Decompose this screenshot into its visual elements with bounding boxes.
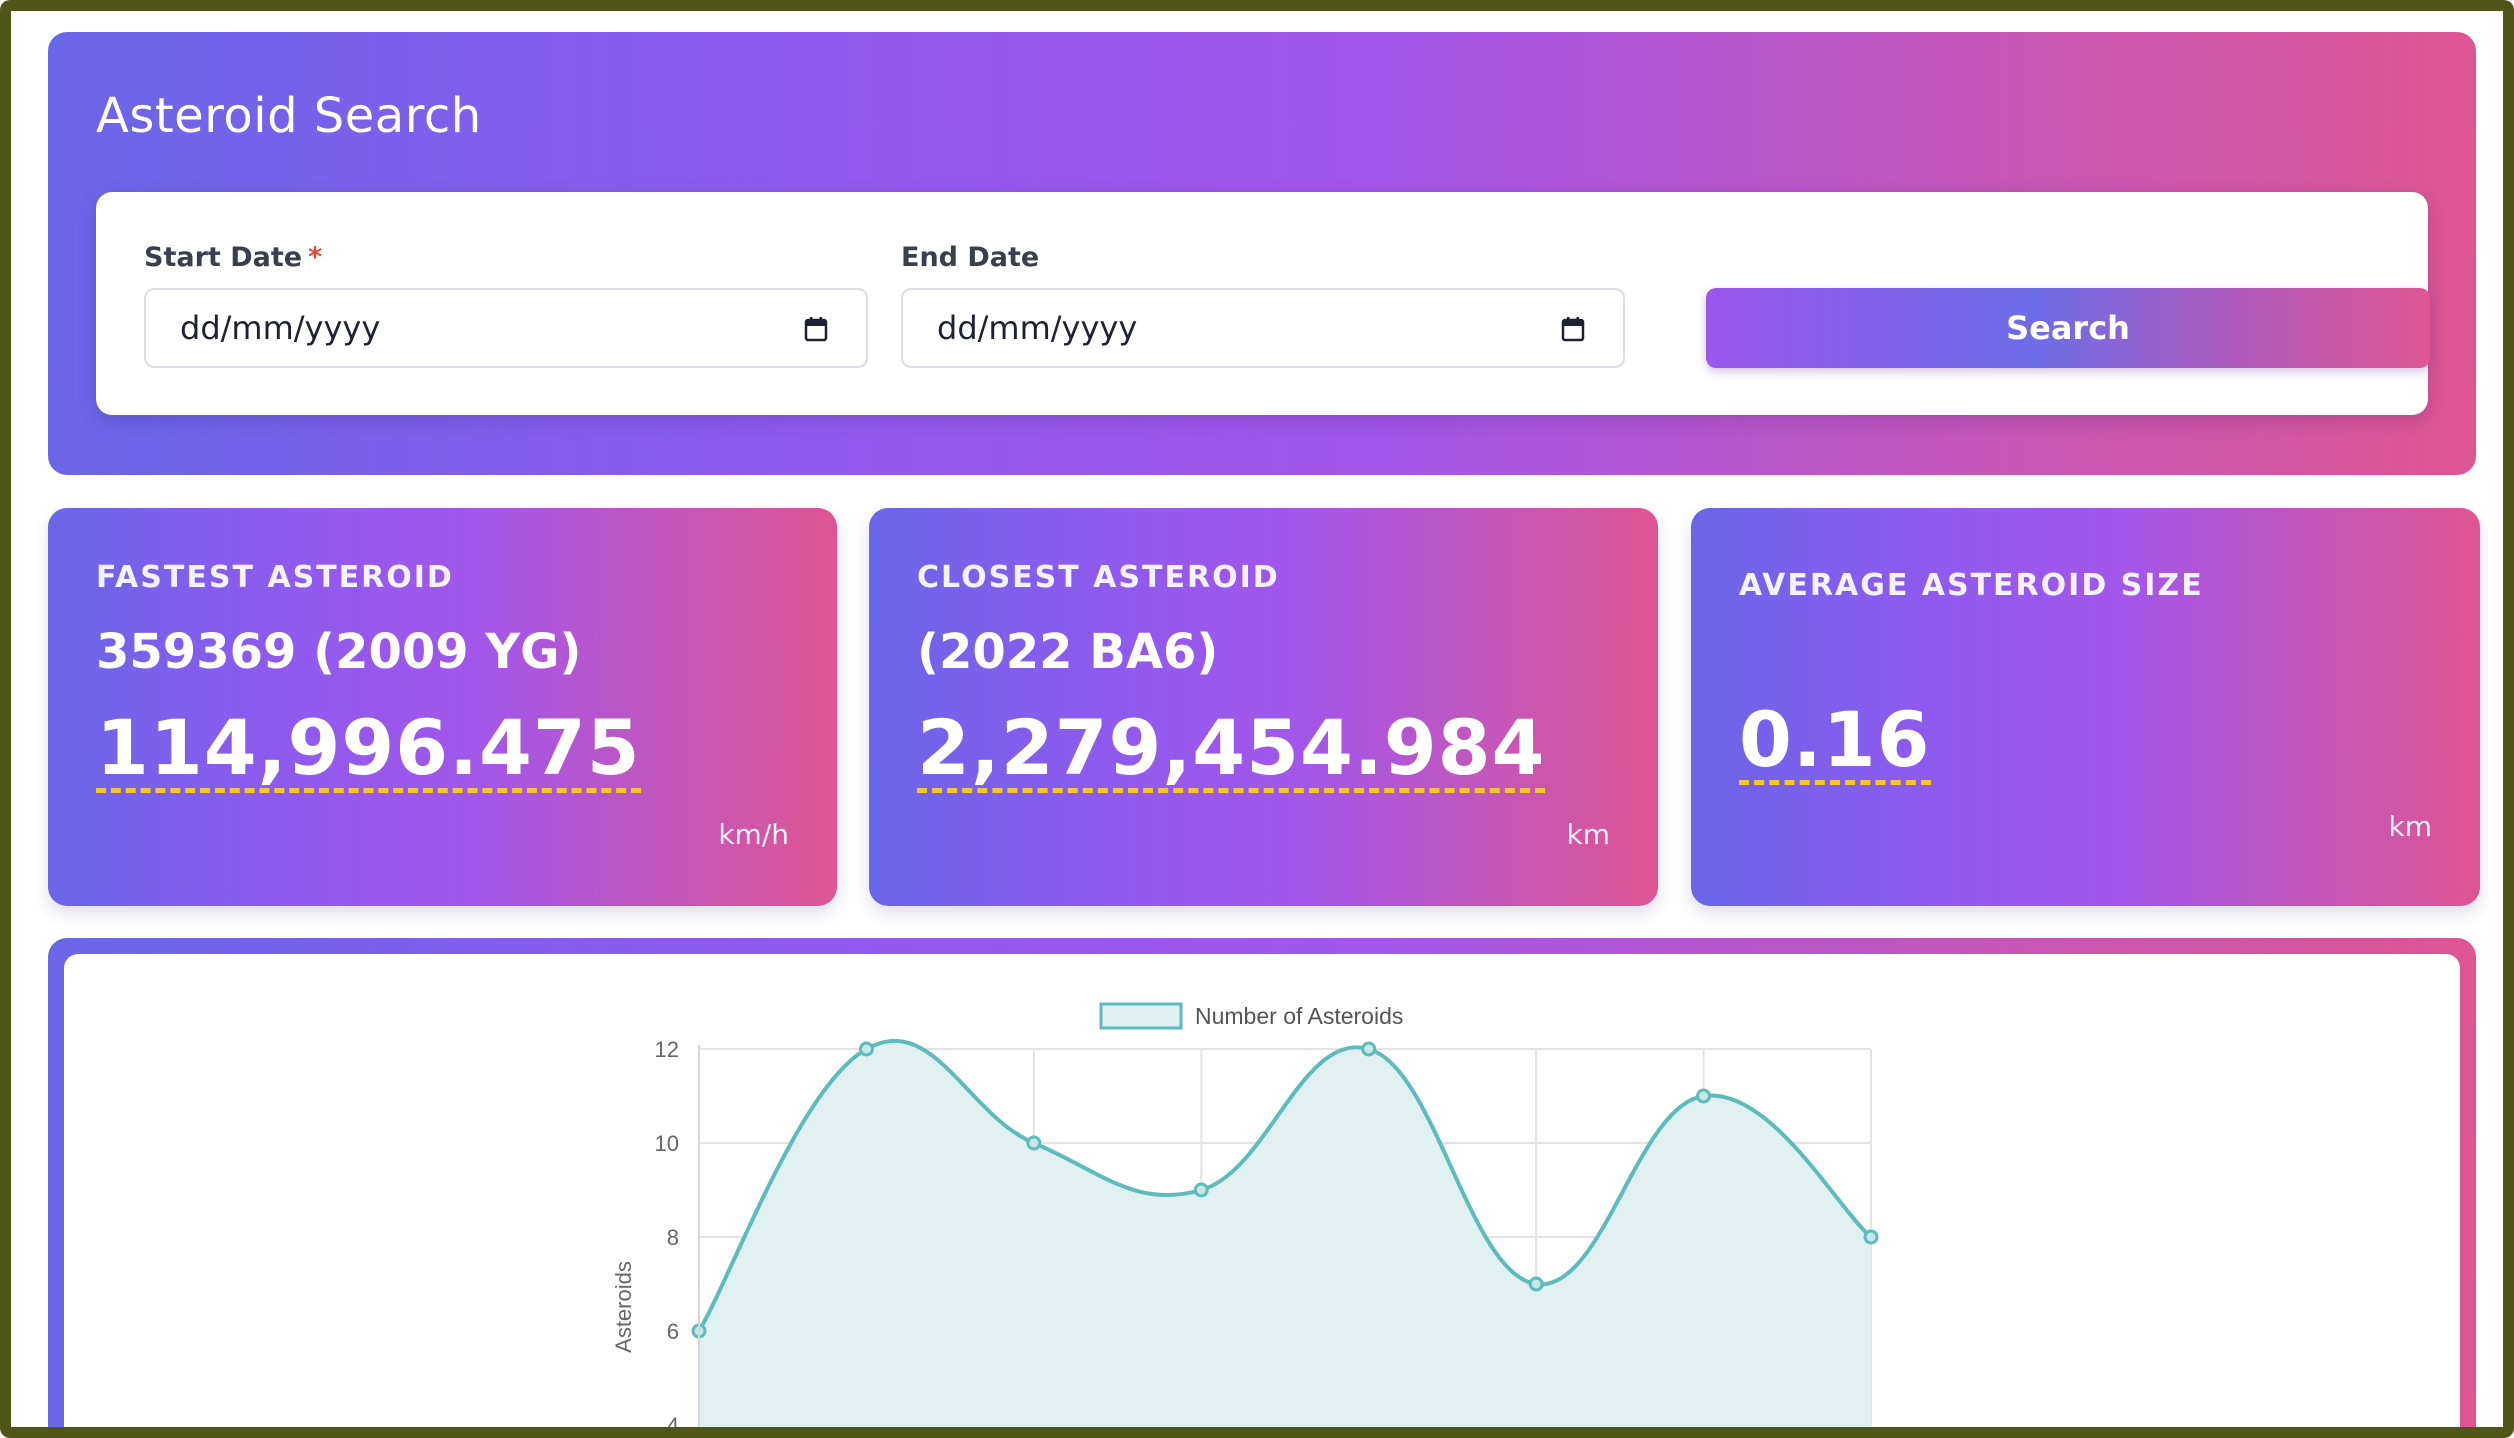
fastest-name: 359369 (2009 YG) [96,624,582,680]
data-point [1528,1276,1544,1292]
start-date-label-text: Start Date [144,242,303,273]
fastest-asteroid-card: FASTEST ASTEROID 359369 (2009 YG) 114,99… [48,508,837,906]
required-mark: * [308,242,323,273]
start-date-label: Start Date * [144,242,322,273]
y-tick-label: 8 [667,1225,679,1250]
average-unit: km [2388,810,2433,843]
data-point [1863,1229,1879,1245]
start-date-value: dd/mm/yyyy [180,309,381,347]
closest-unit: km [1566,818,1611,851]
y-tick-label: 12 [655,1037,679,1062]
search-panel: Asteroid Search Start Date * dd/mm/yyyy E… [48,32,2476,475]
search-button[interactable]: Search [1706,288,2430,368]
y-tick-label: 6 [667,1319,679,1344]
data-point [1361,1041,1377,1057]
end-date-input[interactable]: dd/mm/yyyy [901,288,1625,368]
start-date-input[interactable]: dd/mm/yyyy [144,288,868,368]
chart-container: 4 6 8 10 12 Asteroids Number of Asteroids [64,954,2460,1438]
fastest-title: FASTEST ASTEROID [96,560,454,595]
closest-title: CLOSEST ASTEROID [917,560,1280,595]
legend-swatch [1099,1002,1183,1030]
app-frame: Asteroid Search Start Date * dd/mm/yyyy E… [0,0,2514,1438]
legend-label: Number of Asteroids [1195,1003,1403,1029]
y-axis-label: Asteroids [611,1261,636,1353]
chart-panel: 4 6 8 10 12 Asteroids Number of Asteroids [48,938,2476,1438]
closest-name: (2022 BA6) [917,624,1219,680]
fastest-value: 114,996.475 [96,703,641,793]
closest-value: 2,279,454.984 [917,703,1546,793]
y-tick-label: 4 [667,1413,679,1438]
y-tick-label: 10 [655,1131,679,1156]
search-form: Start Date * dd/mm/yyyy End Date dd/mm/yy… [96,192,2430,415]
end-date-value: dd/mm/yyyy [937,309,1138,347]
data-point [1696,1088,1712,1104]
end-date-label: End Date [901,242,1040,273]
average-size-card: AVERAGE ASTEROID SIZE 0.16 km [1691,508,2480,906]
fastest-unit: km/h [718,818,789,851]
data-point [1026,1135,1042,1151]
page-title: Asteroid Search [96,88,482,144]
series-area [699,1041,1871,1427]
asteroid-count-chart: 4 6 8 10 12 Asteroids Number of Asteroids [611,1002,1879,1438]
calendar-icon[interactable] [1561,316,1585,342]
data-point [858,1041,874,1057]
data-point [1193,1182,1209,1198]
average-value: 0.16 [1739,695,1931,785]
closest-asteroid-card: CLOSEST ASTEROID (2022 BA6) 2,279,454.98… [869,508,1658,906]
average-title: AVERAGE ASTEROID SIZE [1739,568,2204,603]
calendar-icon[interactable] [804,316,828,342]
